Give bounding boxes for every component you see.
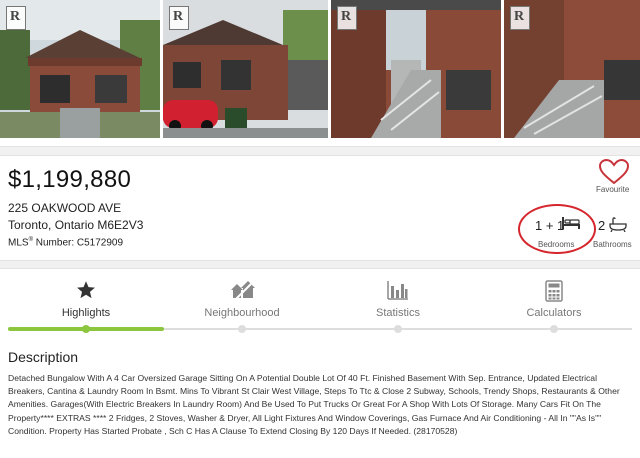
tab-highlights[interactable]: Highlights [8, 270, 164, 330]
tab-dot[interactable] [82, 325, 90, 333]
bedrooms-value: 1 + 1 [535, 218, 565, 233]
heart-icon[interactable] [599, 159, 629, 185]
listing-photo[interactable]: R [504, 0, 640, 138]
section-divider [0, 260, 640, 269]
tab-neighbourhood[interactable]: Neighbourhood [164, 270, 320, 330]
tab-dot[interactable] [238, 325, 246, 333]
tab-highlights-label[interactable]: Highlights [8, 307, 164, 319]
tab-statistics[interactable]: Statistics [320, 270, 476, 330]
bathrooms-value: 2 [598, 218, 606, 233]
street-address: 225 OAKWOOD AVE [8, 201, 122, 215]
favourite-label[interactable]: Favourite [596, 185, 629, 194]
realtor-logo: R [169, 6, 189, 30]
listing-photo[interactable]: R [163, 0, 328, 138]
listing-photo[interactable]: R [0, 0, 160, 138]
bed-icon [561, 216, 581, 235]
listing-photo[interactable]: R [331, 0, 501, 138]
tab-dot[interactable] [394, 325, 402, 333]
realtor-logo: R [337, 6, 357, 30]
tab-dot[interactable] [550, 325, 558, 333]
bedrooms-label: Bedrooms [538, 240, 575, 249]
tab-statistics-label[interactable]: Statistics [320, 307, 476, 319]
realtor-logo: R [510, 6, 530, 30]
city-province-postal: Toronto, Ontario M6E2V3 [8, 218, 144, 232]
listing-price: $1,199,880 [8, 166, 132, 193]
bathtub-icon [609, 216, 627, 237]
neighbourhood-icon[interactable] [229, 280, 255, 307]
mls-prefix: MLS [8, 237, 29, 249]
calculator-icon[interactable] [545, 280, 563, 307]
tab-calculators[interactable]: Calculators [476, 270, 632, 330]
description-heading: Description [8, 349, 79, 365]
description-text: Detached Bungalow With A 4 Car Oversized… [8, 373, 620, 436]
section-divider [0, 146, 640, 156]
realtor-logo: R [6, 6, 26, 30]
bar-chart-icon[interactable] [387, 280, 409, 305]
mls-number-value: Number: C5172909 [32, 237, 124, 249]
tab-neighbourhood-label[interactable]: Neighbourhood [164, 307, 320, 319]
tab-calculators-label[interactable]: Calculators [476, 307, 632, 319]
photo-gallery[interactable]: R R R R [0, 0, 640, 146]
star-icon[interactable] [76, 280, 96, 305]
mls-number: MLS® Number: C5172909 [8, 237, 123, 248]
bathrooms-label: Bathrooms [593, 240, 632, 249]
